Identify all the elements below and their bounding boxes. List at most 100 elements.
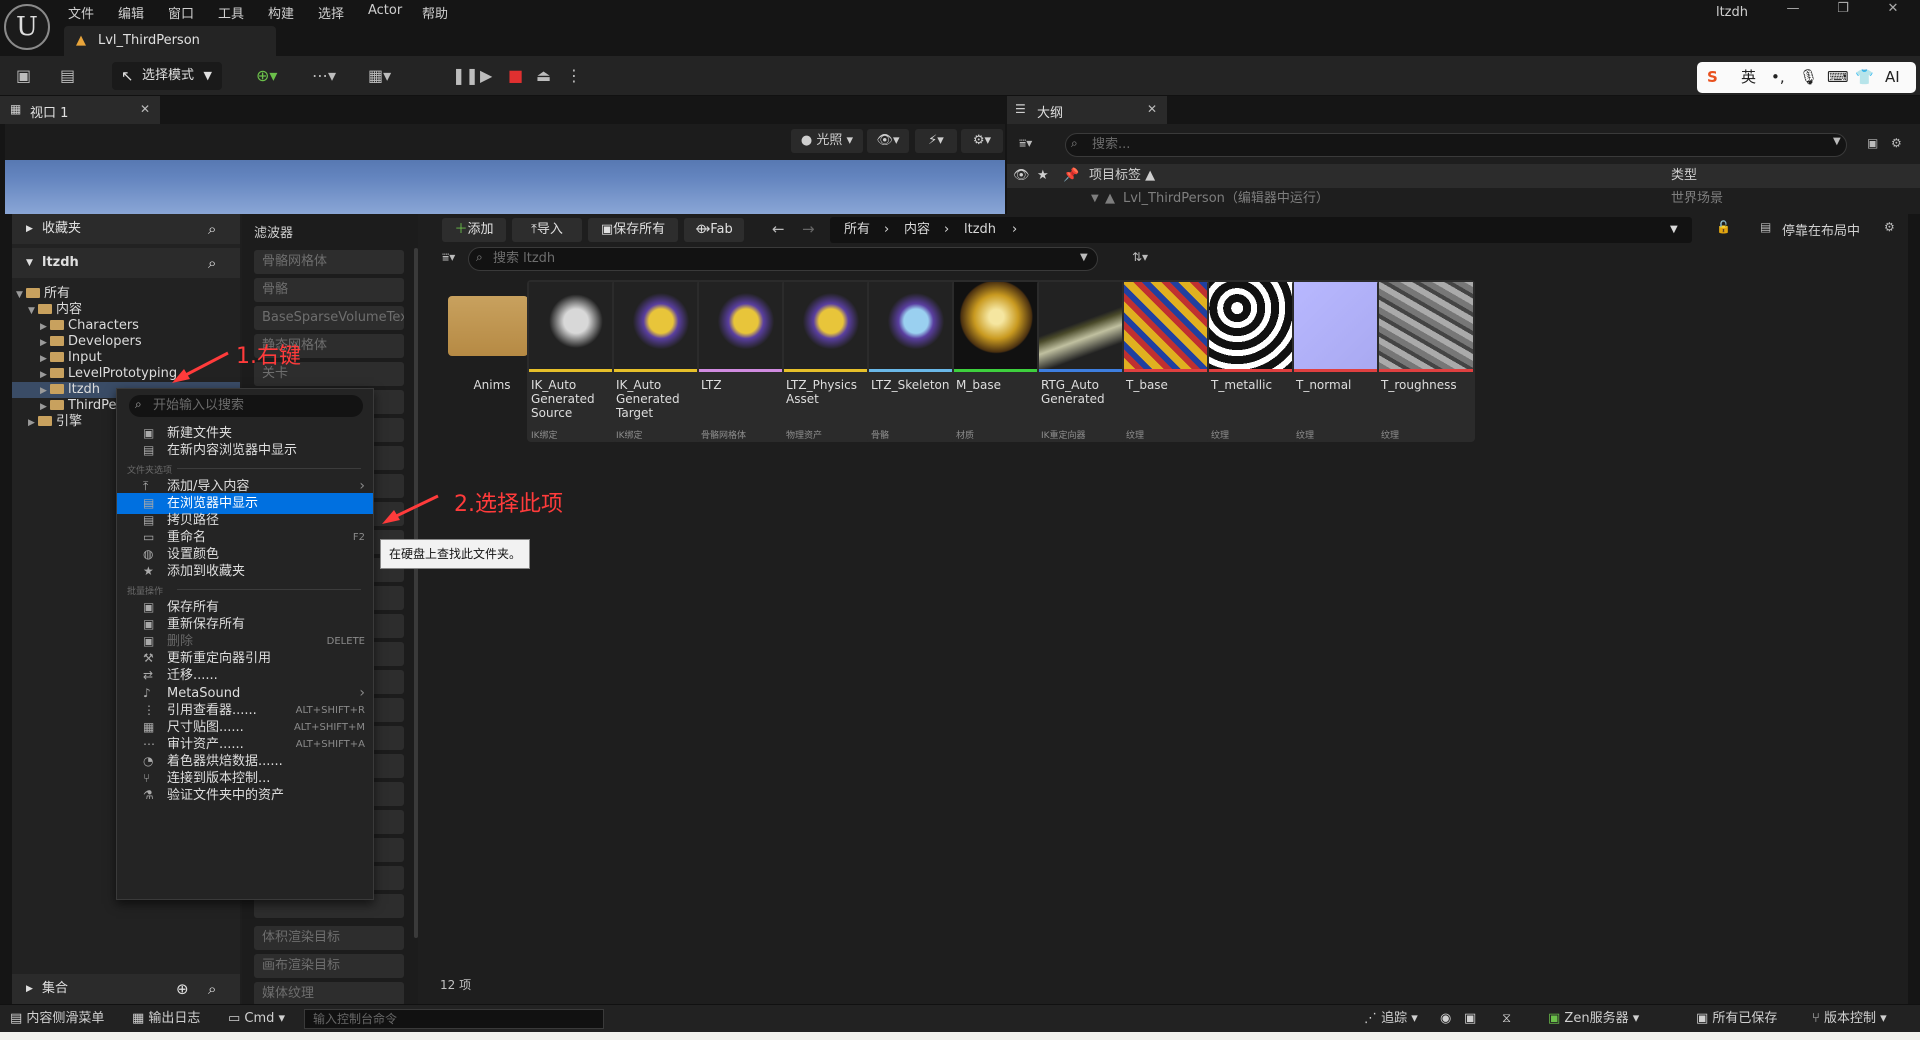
restore-icon[interactable]: ❐: [1828, 1, 1858, 21]
outliner-tab[interactable]: ☰ 大纲 ✕: [1007, 96, 1167, 124]
col-type[interactable]: 类型: [1671, 164, 1697, 188]
crumb-content[interactable]: 内容: [904, 217, 930, 243]
output-log-button[interactable]: ▦ 输出日志: [132, 1005, 200, 1033]
menu-actor[interactable]: Actor: [368, 3, 402, 18]
dock-icon[interactable]: ▤: [1760, 220, 1771, 234]
cinematics-icon[interactable]: ▦▾: [368, 66, 391, 85]
filter-item[interactable]: 体积渲染目标: [254, 926, 404, 950]
filter-item[interactable]: 骨骼网格体: [254, 250, 404, 274]
show-eye-icon[interactable]: 👁▾: [867, 129, 909, 153]
back-icon[interactable]: ←: [772, 220, 785, 238]
tree-item-engine[interactable]: ▶ 引擎: [28, 414, 82, 430]
pause-icon[interactable]: ❚❚: [452, 66, 479, 85]
asset-tile[interactable]: T_normal 纹理: [1292, 280, 1390, 442]
outliner-row[interactable]: ▼ ▲ Lvl_ThirdPerson（编辑器中运行） 世界场景: [1007, 188, 1920, 210]
filter-item[interactable]: 画布渲染目标: [254, 954, 404, 978]
close-tab-icon[interactable]: ✕: [140, 102, 150, 116]
viewport-settings-icon[interactable]: ⚙▾: [961, 129, 1003, 153]
crumb-all[interactable]: 所有: [844, 217, 870, 243]
keyboard-icon[interactable]: ⌨: [1827, 62, 1849, 93]
unreal-logo-icon[interactable]: U: [4, 4, 50, 50]
tree-item-thirdperson[interactable]: ▶ ThirdPer: [40, 398, 122, 414]
camera-icon[interactable]: ▣: [1464, 1005, 1476, 1033]
outliner-search-input[interactable]: 搜索...: [1065, 133, 1847, 157]
outliner-settings-icon[interactable]: ⚙: [1891, 136, 1902, 150]
asset-tile[interactable]: LTZ_Physics Asset 物理资产: [782, 280, 880, 442]
visibility-icon[interactable]: 👁: [1013, 164, 1030, 188]
root-header[interactable]: ▼ ltzdh ⌕: [12, 248, 240, 278]
stop-icon[interactable]: ■: [508, 66, 523, 85]
zen-server-dropdown[interactable]: ▣ Zen服务器 ▾: [1548, 1005, 1639, 1033]
asset-search-input[interactable]: 搜索 ltzdh: [468, 247, 1098, 271]
save-all-button[interactable]: ▣保存所有: [588, 218, 678, 242]
search-icon[interactable]: ⌕: [208, 248, 216, 278]
filter-scrollbar[interactable]: [414, 248, 418, 938]
menu-build[interactable]: 构建: [268, 3, 294, 22]
menu-item-show-in-new-browser[interactable]: ▤ 在新内容浏览器中显示: [117, 440, 373, 461]
ime-english[interactable]: 英: [1741, 62, 1756, 93]
performance-icon[interactable]: ⚡▾: [915, 129, 957, 153]
menu-item-add-to-favorites[interactable]: ★ 添加到收藏夹: [117, 561, 373, 582]
more-options-icon[interactable]: ⋮: [566, 66, 582, 85]
add-actor-icon[interactable]: ⊕▾: [256, 66, 277, 85]
sogou-icon[interactable]: S: [1707, 62, 1718, 93]
menu-select[interactable]: 选择: [318, 3, 344, 22]
all-saved-button[interactable]: ▣ 所有已保存: [1696, 1005, 1777, 1033]
filter-item[interactable]: BaseSparseVolumeText: [254, 306, 404, 330]
ai-icon[interactable]: AI: [1885, 62, 1900, 93]
import-button[interactable]: ⤒导入: [512, 218, 582, 242]
folder-tile[interactable]: Anims: [442, 280, 540, 442]
add-collection-icon[interactable]: ⊕: [176, 974, 189, 1004]
asset-tile[interactable]: RTG_Auto Generated IK重定向器: [1037, 280, 1135, 442]
asset-tile[interactable]: LTZ_Skeleton 骨骼: [867, 280, 965, 442]
asset-tile[interactable]: T_metallic 纹理: [1207, 280, 1305, 442]
trace-dropdown[interactable]: ⋰ 追踪 ▾: [1364, 1005, 1418, 1033]
collections-header[interactable]: ▶ 集合 ⊕ ⌕: [12, 974, 240, 1004]
asset-tile[interactable]: LTZ 骨骼网格体: [697, 280, 795, 442]
asset-tile[interactable]: IK_Auto Generated Source IK绑定: [527, 280, 625, 442]
filter-item[interactable]: 媒体纹理: [254, 982, 404, 1006]
punctuation-icon[interactable]: •,: [1771, 62, 1785, 93]
step-icon[interactable]: ▶: [480, 66, 492, 85]
tree-item-content[interactable]: ▼ 内容: [28, 302, 82, 318]
sort-icon[interactable]: ⇅▾: [1132, 250, 1148, 264]
select-mode-dropdown[interactable]: ↖ 选择模式 ▼: [112, 62, 222, 90]
menu-search-input[interactable]: 开始输入以搜索: [129, 395, 363, 417]
asset-tile[interactable]: T_base 纹理: [1122, 280, 1220, 442]
col-item-label[interactable]: 项目标签 ▲: [1089, 164, 1155, 188]
tree-item-characters[interactable]: ▶ Characters: [40, 318, 139, 334]
search-icon[interactable]: ⌕: [208, 974, 216, 1004]
menu-file[interactable]: 文件: [68, 3, 94, 22]
filter-icon[interactable]: ⩸▾: [442, 250, 455, 265]
chevron-down-icon[interactable]: ▼: [1670, 217, 1678, 243]
crumb-ltzdh[interactable]: ltzdh: [964, 217, 996, 243]
asset-tile[interactable]: M_base 材质: [952, 280, 1050, 442]
settings-icon[interactable]: ⚙: [1884, 220, 1895, 234]
favorites-header[interactable]: ▶ 收藏夹 ⌕: [12, 214, 240, 244]
mic-icon[interactable]: 🎙: [1799, 62, 1818, 93]
content-drawer-button[interactable]: ▤ 内容侧滑菜单: [10, 1005, 104, 1033]
lock-icon[interactable]: 🔓: [1716, 220, 1731, 234]
viewport-tab[interactable]: ▦ 视口 1 ✕: [0, 96, 160, 124]
asset-tile[interactable]: IK_Auto Generated Target IK绑定: [612, 280, 710, 442]
close-outliner-icon[interactable]: ✕: [1147, 102, 1157, 116]
tree-item-all[interactable]: ▼ 所有: [16, 286, 70, 302]
minimize-icon[interactable]: —: [1778, 1, 1808, 21]
menu-tools[interactable]: 工具: [218, 3, 244, 22]
eject-icon[interactable]: ⏏: [536, 66, 551, 85]
record-icon[interactable]: ◉: [1440, 1005, 1451, 1033]
menu-window[interactable]: 窗口: [168, 3, 194, 22]
star-icon[interactable]: ★: [1037, 164, 1049, 188]
fab-button[interactable]: ⟴Fab: [684, 218, 744, 242]
menu-help[interactable]: 帮助: [422, 3, 448, 22]
chevron-down-icon[interactable]: ▼: [1080, 252, 1088, 263]
search-icon[interactable]: ⌕: [208, 214, 216, 244]
level-tab[interactable]: ▲ Lvl_ThirdPerson: [64, 26, 276, 56]
tree-item-developers[interactable]: ▶ Developers: [40, 334, 142, 350]
asset-tile[interactable]: T_roughness 纹理: [1377, 280, 1475, 442]
menu-item-validate-assets[interactable]: ⚗ 验证文件夹中的资产: [117, 785, 373, 806]
hourglass-icon[interactable]: ⧖: [1502, 1005, 1511, 1033]
menu-edit[interactable]: 编辑: [118, 3, 144, 22]
forward-icon[interactable]: →: [802, 220, 815, 238]
version-control-dropdown[interactable]: ⑂ 版本控制 ▾: [1812, 1005, 1887, 1033]
